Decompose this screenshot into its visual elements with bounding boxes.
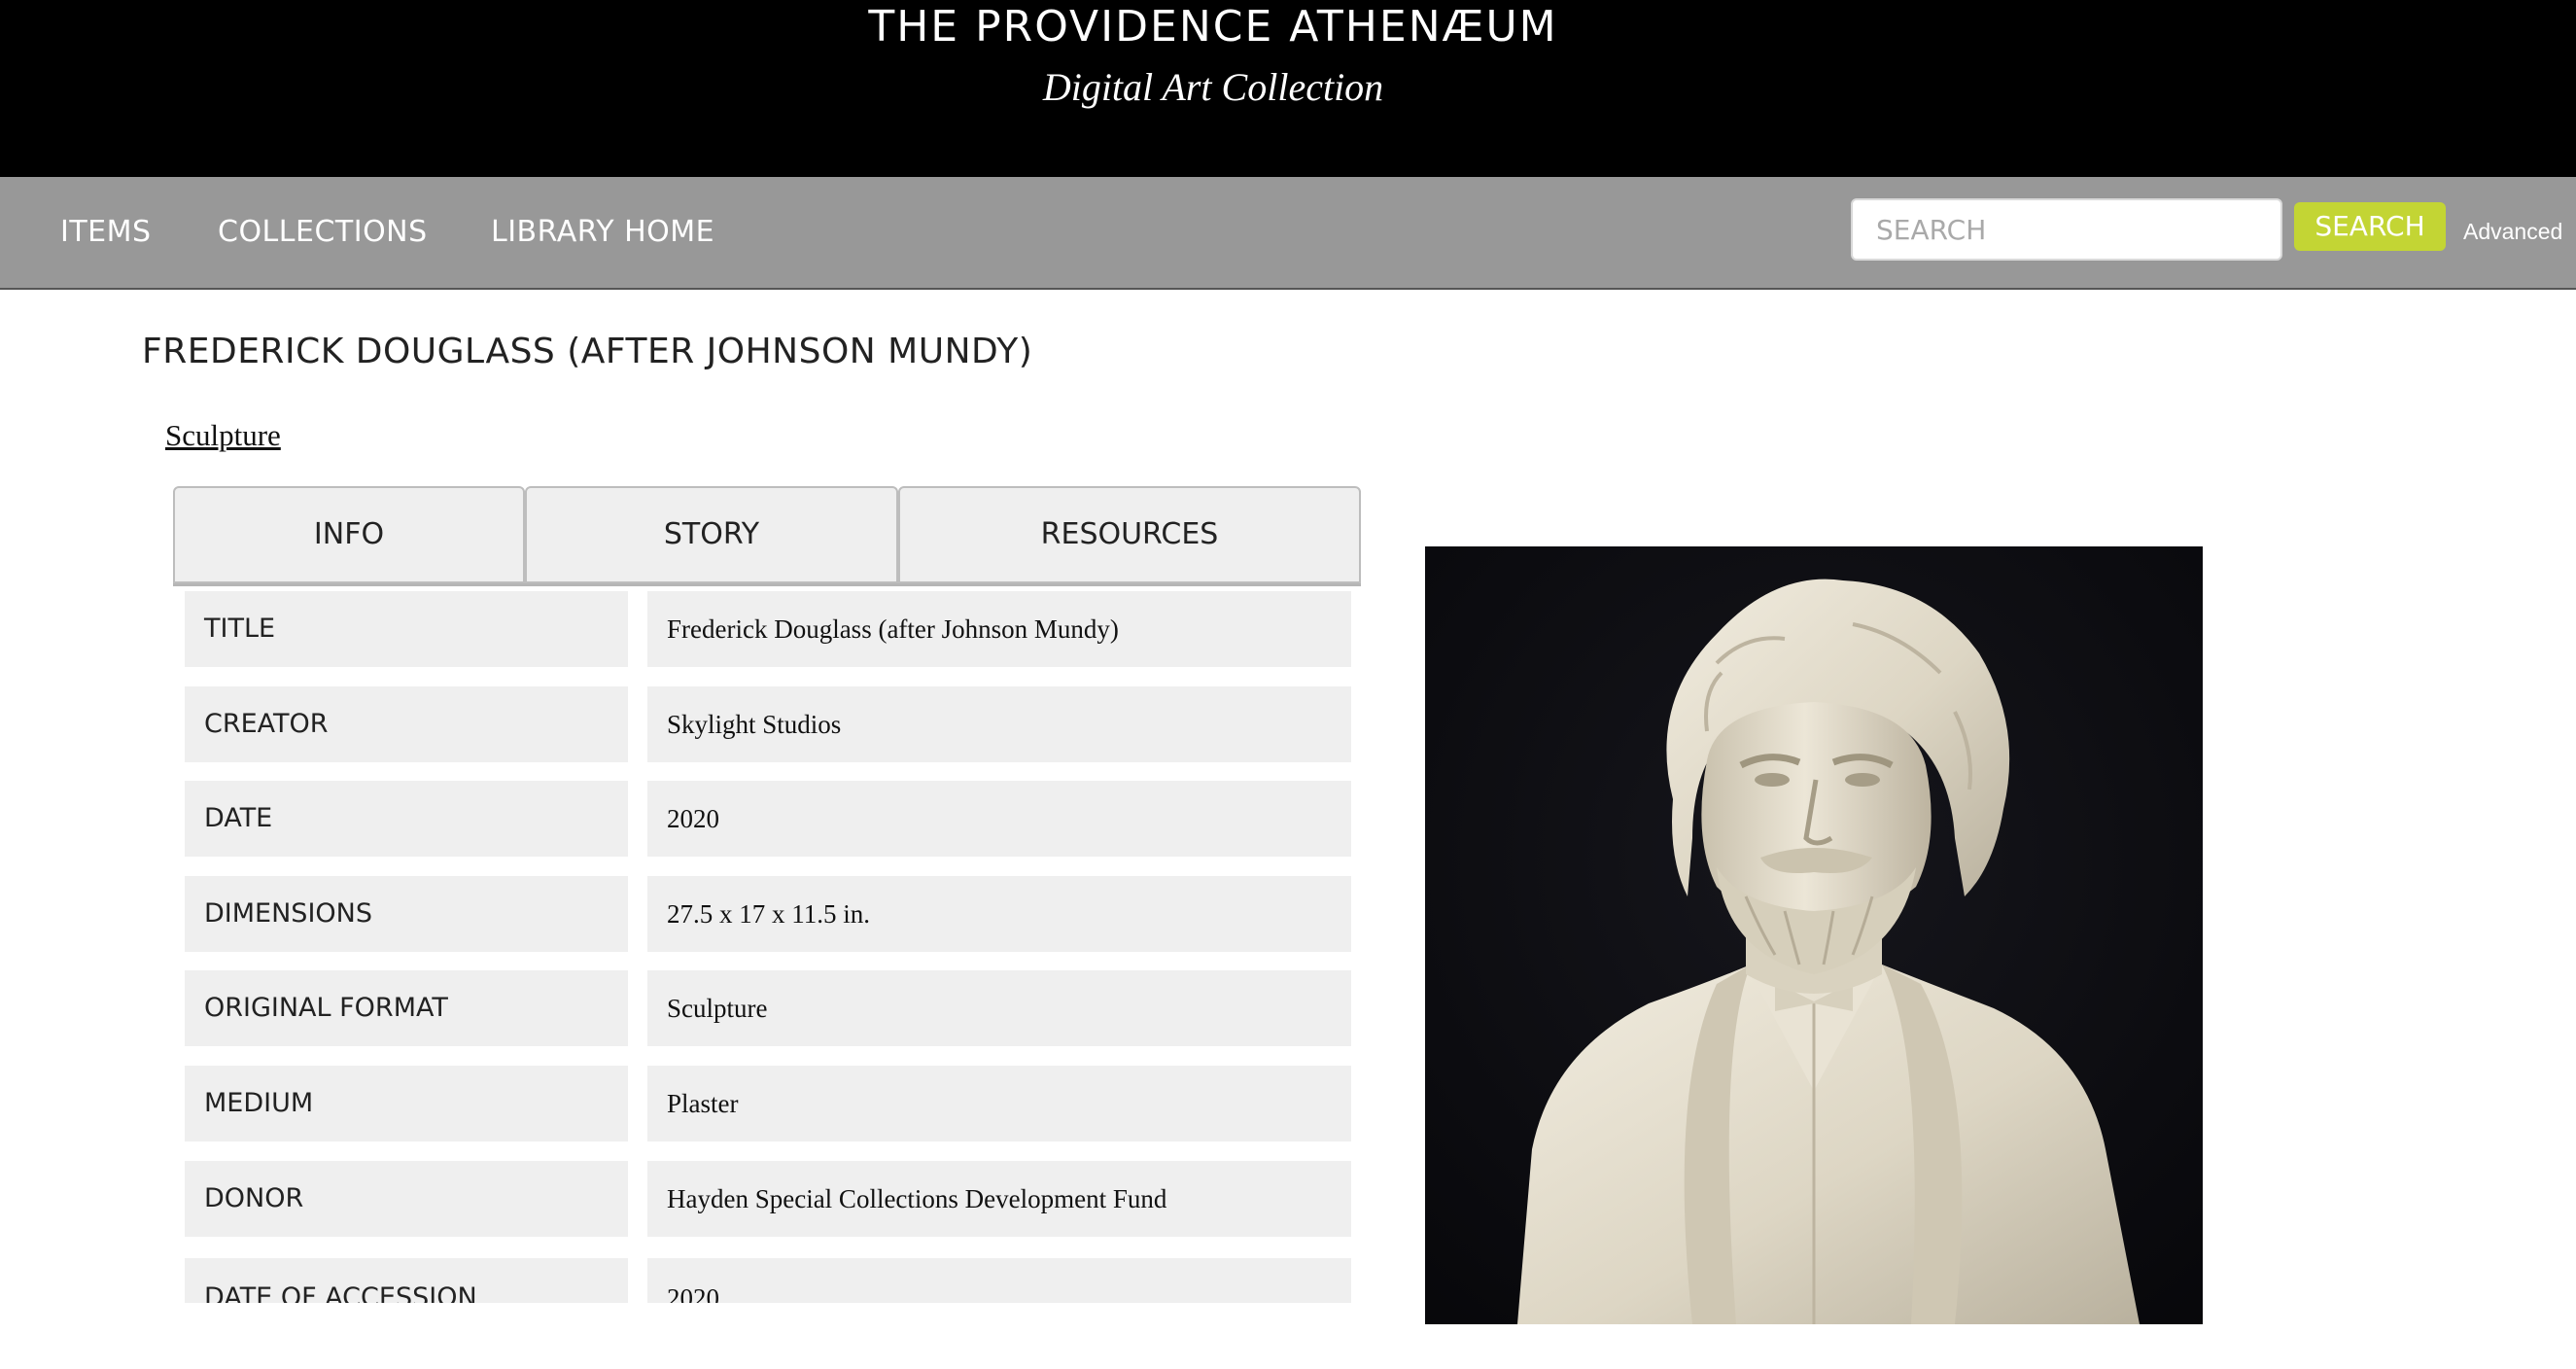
tab-story[interactable]: STORY <box>525 486 898 583</box>
item-image[interactable] <box>1425 546 2203 1324</box>
metadata-label: DATE <box>185 781 628 857</box>
site-header: THE PROVIDENCE ATHENÆUM Digital Art Coll… <box>0 0 2576 177</box>
metadata-label: ORIGINAL FORMAT <box>185 970 628 1046</box>
metadata-label: CREATOR <box>185 686 628 762</box>
tab-info[interactable]: INFO <box>173 486 525 583</box>
metadata-value: Plaster <box>647 1066 1351 1141</box>
metadata-value: Skylight Studios <box>647 686 1351 762</box>
metadata-row-creator: CREATOR Skylight Studios <box>185 686 1351 762</box>
metadata-value: 2020 <box>647 1258 1351 1303</box>
metadata-value: 27.5 x 17 x 11.5 in. <box>647 876 1351 952</box>
site-subtitle: Digital Art Collection <box>1042 65 1384 109</box>
metadata-table[interactable]: TITLE Frederick Douglass (after Johnson … <box>173 586 1369 1303</box>
metadata-row-original-format: ORIGINAL FORMAT Sculpture <box>185 970 1351 1046</box>
advanced-search-link[interactable]: Advanced <box>2463 212 2562 251</box>
search-input[interactable] <box>1851 198 2282 261</box>
metadata-label: TITLE <box>185 591 628 667</box>
nav-item-library-home[interactable]: LIBRARY HOME <box>491 177 714 288</box>
metadata-value: Frederick Douglass (after Johnson Mundy) <box>647 591 1351 667</box>
metadata-value: Sculpture <box>647 970 1351 1046</box>
sculpture-bust-image <box>1425 546 2203 1324</box>
main-navbar: ITEMS COLLECTIONS LIBRARY HOME SEARCH Ad… <box>0 177 2576 290</box>
metadata-row-medium: MEDIUM Plaster <box>185 1066 1351 1141</box>
nav-item-collections[interactable]: COLLECTIONS <box>218 177 428 288</box>
metadata-label: DONOR <box>185 1161 628 1237</box>
item-title: FREDERICK DOUGLASS (AFTER JOHNSON MUNDY) <box>142 332 1033 371</box>
metadata-row-title: TITLE Frederick Douglass (after Johnson … <box>185 591 1351 667</box>
metadata-row-donor: DONOR Hayden Special Collections Develop… <box>185 1161 1351 1237</box>
metadata-value: Hayden Special Collections Development F… <box>647 1161 1351 1237</box>
metadata-row-dimensions: DIMENSIONS 27.5 x 17 x 11.5 in. <box>185 876 1351 952</box>
metadata-row-date-of-accession: DATE OF ACCESSION 2020 <box>185 1258 1351 1303</box>
tab-resources[interactable]: RESOURCES <box>898 486 1361 583</box>
site-title[interactable]: THE PROVIDENCE ATHENÆUM <box>0 0 2426 54</box>
nav-item-items[interactable]: ITEMS <box>60 177 152 288</box>
metadata-value: 2020 <box>647 781 1351 857</box>
metadata-label: MEDIUM <box>185 1066 628 1141</box>
metadata-row-date: DATE 2020 <box>185 781 1351 857</box>
metadata-label: DIMENSIONS <box>185 876 628 952</box>
metadata-label: DATE OF ACCESSION <box>185 1258 628 1303</box>
search-button[interactable]: SEARCH <box>2294 202 2446 251</box>
item-type-link[interactable]: Sculpture <box>165 414 281 457</box>
